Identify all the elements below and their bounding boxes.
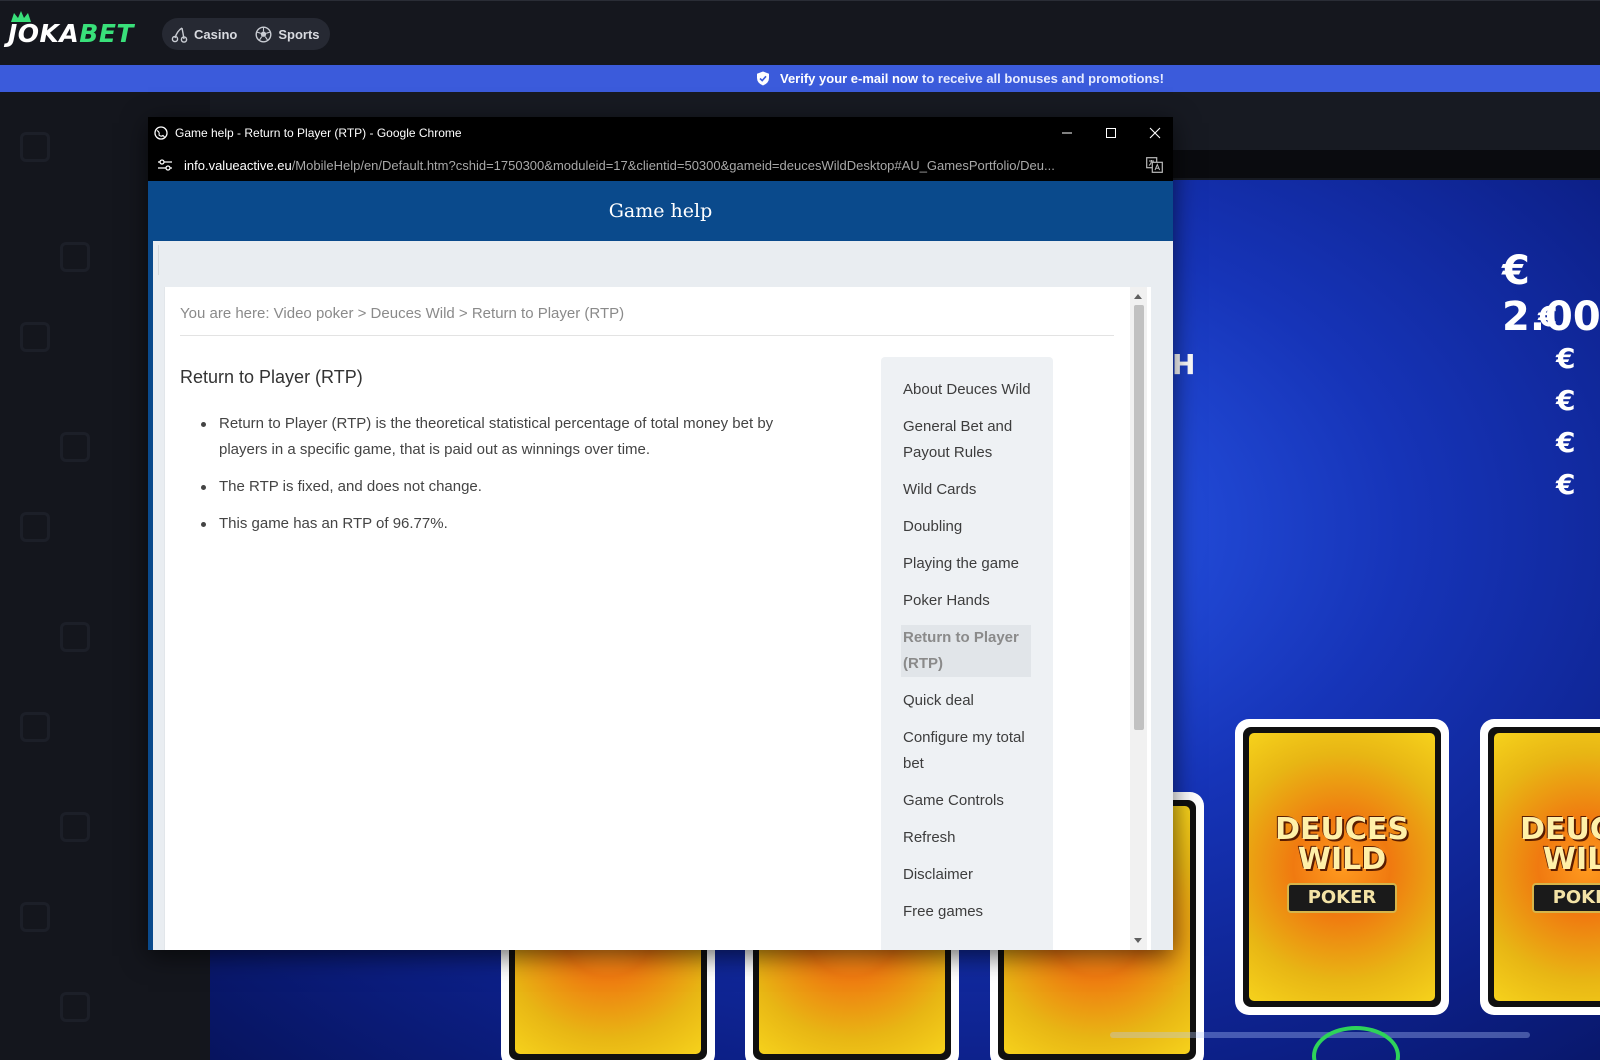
help-content-frame: You are here: Video poker > Deuces Wild … bbox=[164, 287, 1151, 950]
list-item: The RTP is fixed, and does not change. bbox=[199, 474, 809, 500]
sidebar-ghost-icon bbox=[20, 512, 50, 542]
prize-row: € bbox=[1556, 468, 1576, 501]
globe-icon bbox=[154, 126, 168, 140]
scroll-thumb[interactable] bbox=[1134, 305, 1144, 730]
content-scrollbar[interactable] bbox=[1130, 287, 1147, 950]
card-subtitle: POKER bbox=[1532, 883, 1600, 913]
prize-row: € bbox=[1538, 300, 1558, 333]
verify-email-banner[interactable]: Verify your e-mail now to receive all bo… bbox=[0, 65, 1600, 92]
minimize-button[interactable] bbox=[1045, 117, 1089, 149]
nav-sports[interactable]: Sports bbox=[255, 25, 320, 43]
card-subtitle: POKER bbox=[1287, 883, 1397, 913]
help-header: Game help bbox=[148, 181, 1173, 241]
toc-item-game-controls[interactable]: Game Controls bbox=[903, 788, 1031, 814]
toc-item-general-rules[interactable]: General Bet and Payout Rules bbox=[903, 414, 1031, 466]
toc-item-quick-deal[interactable]: Quick deal bbox=[903, 688, 1031, 714]
toc-item-refresh[interactable]: Refresh bbox=[903, 825, 1031, 851]
toc-item-free-games[interactable]: Free games bbox=[903, 899, 1031, 925]
sidebar-ghost-icon bbox=[60, 622, 90, 652]
site-header: JOKABET Casino Sports bbox=[0, 0, 1600, 65]
sidebar-ghost-icon bbox=[20, 132, 50, 162]
toc-item-rtp[interactable]: Return to Player (RTP) bbox=[901, 625, 1031, 677]
close-button[interactable] bbox=[1133, 117, 1177, 149]
toc-item-playing[interactable]: Playing the game bbox=[903, 551, 1031, 577]
card-title: DEUCES WILD bbox=[1275, 812, 1409, 877]
sidebar-ghost-icon bbox=[20, 322, 50, 352]
toc-item-poker-hands[interactable]: Poker Hands bbox=[903, 588, 1031, 614]
maximize-button[interactable] bbox=[1089, 117, 1133, 149]
logo-text: JOKABET bbox=[8, 19, 134, 48]
paytable-letter: H bbox=[1172, 348, 1196, 381]
close-icon bbox=[1149, 127, 1161, 139]
translate-icon[interactable] bbox=[1146, 157, 1163, 173]
soccer-ball-icon bbox=[255, 25, 272, 43]
shield-check-icon bbox=[757, 71, 769, 86]
address-bar[interactable]: info.valueactive.eu/MobileHelp/en/Defaul… bbox=[148, 149, 1173, 181]
sidebar-ghost-icon bbox=[60, 812, 90, 842]
main-nav: Casino Sports bbox=[162, 18, 330, 50]
breadcrumb[interactable]: You are here: Video poker > Deuces Wild … bbox=[180, 305, 1114, 336]
minimize-icon bbox=[1062, 132, 1072, 134]
window-titlebar[interactable]: Game help - Return to Player (RTP) - Goo… bbox=[148, 117, 1173, 149]
poker-card[interactable]: DEUCES WILD POKER bbox=[1235, 719, 1449, 1015]
verify-bold-text: Verify your e-mail now bbox=[780, 71, 918, 86]
sidebar-ghost-icon bbox=[20, 902, 50, 932]
window-title: Game help - Return to Player (RTP) - Goo… bbox=[175, 126, 462, 140]
sidebar-ghost-icon bbox=[60, 992, 90, 1022]
verify-rest-text: to receive all bonuses and promotions! bbox=[922, 71, 1164, 86]
game-help-window: Game help - Return to Player (RTP) - Goo… bbox=[148, 117, 1173, 950]
url-host: info.valueactive.eu bbox=[184, 157, 292, 173]
prize-row: € bbox=[1556, 426, 1576, 459]
page-title: Return to Player (RTP) bbox=[180, 367, 363, 387]
prize-row: € bbox=[1556, 342, 1576, 375]
card-title: DEUCES WILD bbox=[1520, 812, 1600, 877]
help-body: You are here: Video poker > Deuces Wild … bbox=[148, 241, 1173, 950]
card-face: DEUCES WILD POKER bbox=[1494, 733, 1600, 1001]
help-toolbar bbox=[158, 245, 1174, 275]
list-item: Return to Player (RTP) is the theoretica… bbox=[199, 411, 809, 463]
scroll-down-arrow-icon[interactable] bbox=[1134, 938, 1142, 943]
list-item: This game has an RTP of 96.77%. bbox=[199, 511, 809, 537]
toc-item-doubling[interactable]: Doubling bbox=[903, 514, 1031, 540]
toc-item-wild-cards[interactable]: Wild Cards bbox=[903, 477, 1031, 503]
card-face: DEUCES WILD POKER bbox=[1249, 733, 1435, 1001]
prize-row: € bbox=[1556, 384, 1576, 417]
toc-item-disclaimer[interactable]: Disclaimer bbox=[903, 862, 1031, 888]
rtp-bullet-list: Return to Player (RTP) is the theoretica… bbox=[199, 411, 809, 548]
toc-item-configure-bet[interactable]: Configure my total bet bbox=[903, 725, 1031, 777]
nav-casino[interactable]: Casino bbox=[171, 26, 237, 43]
jokabet-logo[interactable]: JOKABET bbox=[8, 11, 142, 49]
help-header-title: Game help bbox=[608, 200, 713, 222]
help-toc: About Deuces Wild General Bet and Payout… bbox=[881, 357, 1053, 950]
site-info-icon[interactable] bbox=[156, 158, 174, 172]
toc-item-about[interactable]: About Deuces Wild bbox=[903, 377, 1031, 403]
url-path: /MobileHelp/en/Default.htm?cshid=1750300… bbox=[291, 157, 1055, 173]
scroll-up-arrow-icon[interactable] bbox=[1134, 294, 1142, 299]
sidebar-ghost-icon bbox=[60, 432, 90, 462]
sidebar-ghost-icon bbox=[20, 712, 50, 742]
maximize-icon bbox=[1106, 128, 1116, 138]
poker-card[interactable]: DEUCES WILD POKER bbox=[1480, 719, 1600, 1015]
sidebar-ghost-icon bbox=[60, 242, 90, 272]
cherries-icon bbox=[171, 26, 188, 43]
